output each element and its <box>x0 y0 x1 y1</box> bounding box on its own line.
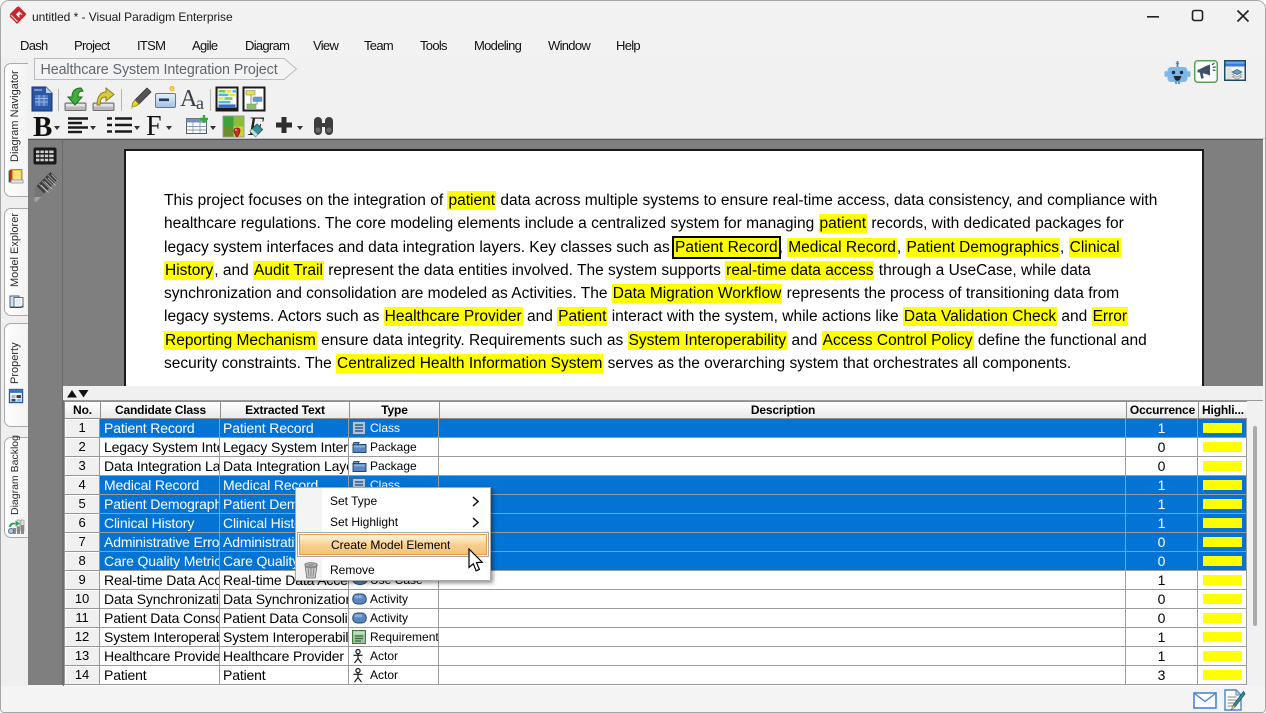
svg-text:B: B <box>33 111 52 139</box>
svg-text:Healthcare System Integration: Healthcare System Integration Project <box>41 62 278 78</box>
svg-text:F: F <box>146 111 162 139</box>
svg-text:a: a <box>196 93 204 113</box>
